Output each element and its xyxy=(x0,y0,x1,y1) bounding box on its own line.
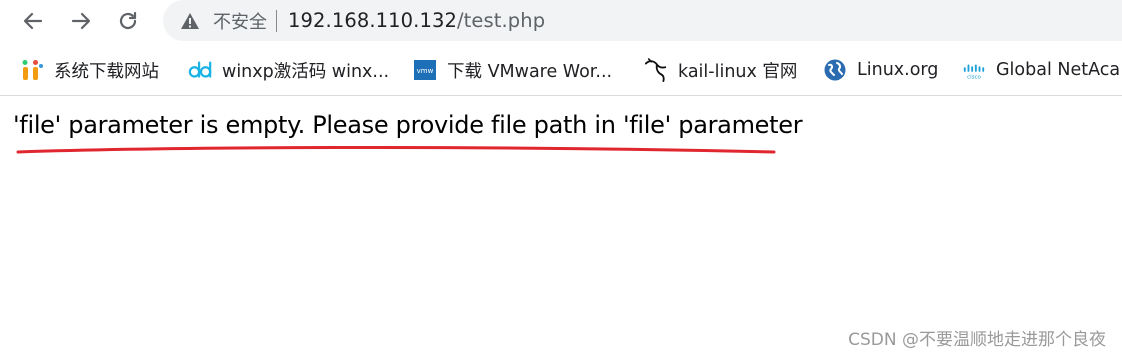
forward-arrow-icon xyxy=(71,12,91,30)
browser-toolbar: 不安全 192.168.110.132/test.php xyxy=(0,0,1122,42)
vmware-icon: vmw xyxy=(413,58,437,82)
bookmark-kali[interactable]: kail-linux 官网 xyxy=(644,50,797,90)
bookmark-label: Global NetAca xyxy=(996,60,1121,80)
bookmark-label: winxp激活码 winx... xyxy=(222,61,390,82)
url-host[interactable]: 192.168.110.132 xyxy=(288,9,457,32)
csdn-watermark: CSDN @不要温顺地走进那个良夜 xyxy=(848,330,1106,350)
cisco-icon: cisco xyxy=(962,58,986,82)
security-label[interactable]: 不安全 xyxy=(213,8,267,34)
bookmark-label: kail-linux 官网 xyxy=(678,61,798,82)
dd-icon xyxy=(188,58,212,82)
svg-text:cisco: cisco xyxy=(967,74,981,80)
bookmark-system-download[interactable]: 系统下载网站 xyxy=(20,50,159,90)
bookmark-winxp[interactable]: winxp激活码 winx... xyxy=(188,50,389,90)
reload-button[interactable] xyxy=(114,7,142,35)
system-download-site-icon xyxy=(20,58,44,82)
bookmark-label: 下载 VMware Wor... xyxy=(447,61,613,82)
red-annotation-underline xyxy=(16,145,776,154)
bookmark-vmware[interactable]: vmw 下载 VMware Wor... xyxy=(413,50,612,90)
bookmark-linux-org[interactable]: Linux.org xyxy=(823,50,938,90)
bookmark-label: Linux.org xyxy=(857,60,939,80)
not-secure-warning-icon[interactable] xyxy=(180,11,200,31)
svg-text:vmw: vmw xyxy=(417,67,434,75)
bookmark-global-netacad[interactable]: cisco Global NetAca xyxy=(962,50,1120,90)
address-separator xyxy=(276,9,277,32)
toolbar-divider xyxy=(0,95,1122,96)
reload-icon xyxy=(119,11,137,30)
linux-org-globe-icon xyxy=(823,58,847,82)
page-message: 'file' parameter is empty. Please provid… xyxy=(13,111,803,139)
url-path[interactable]: /test.php xyxy=(457,9,545,32)
back-arrow-icon xyxy=(23,12,43,30)
back-button[interactable] xyxy=(19,7,47,35)
bookmark-label: 系统下载网站 xyxy=(54,61,159,82)
kali-dragon-icon xyxy=(644,58,668,82)
bookmarks-bar: 系统下载网站 winxp激活码 winx... vmw 下载 VMware Wo… xyxy=(0,50,1122,90)
forward-button[interactable] xyxy=(67,7,95,35)
address-bar[interactable]: 不安全 192.168.110.132/test.php xyxy=(163,0,1122,41)
